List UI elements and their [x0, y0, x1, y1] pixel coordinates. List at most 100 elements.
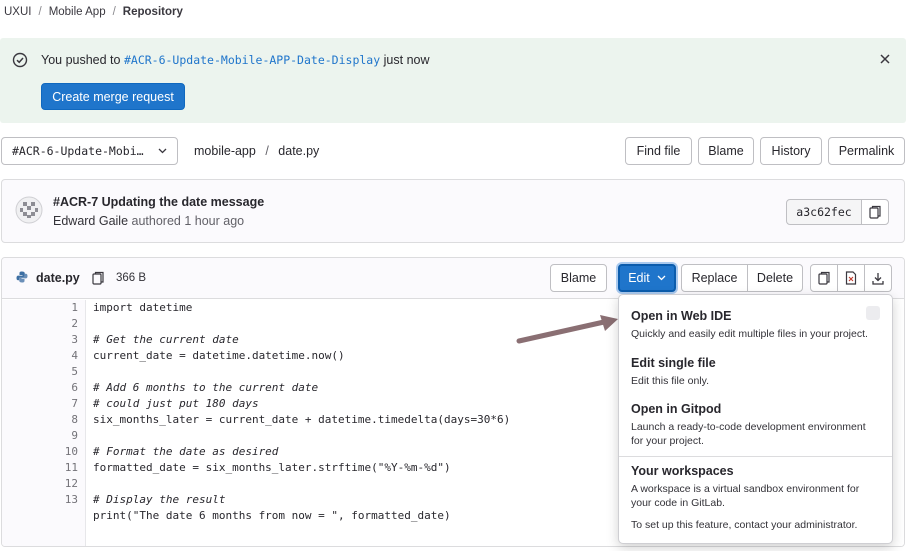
menu-item-desc: A workspace is a virtual sandbox environ… — [631, 482, 886, 510]
menu-item-desc-line: for your project. — [631, 435, 704, 447]
check-circle-icon — [12, 52, 28, 68]
line-number[interactable]: 8 — [2, 412, 78, 428]
code-line: 12 — [2, 476, 622, 492]
line-code: # Add 6 months to the current date — [93, 381, 319, 394]
file-name: date.py — [36, 271, 80, 285]
line-number[interactable]: 12 — [2, 476, 78, 492]
alert-message: You pushed to #ACR-6-Update-Mobile-APP-D… — [41, 52, 430, 69]
line-code: formatted_date = six_months_later.strfti… — [93, 461, 451, 474]
menu-item-title: Edit single file — [631, 356, 716, 370]
menu-section-workspaces: Your workspaces A workspace is a virtual… — [631, 463, 886, 532]
code-line: 10 # Format the date as desired — [2, 444, 622, 460]
line-code: six_months_later = current_date + dateti… — [93, 413, 511, 426]
loading-icon — [866, 306, 880, 320]
chevron-down-icon — [158, 148, 167, 154]
code-line: print("The date 6 months from now = ", f… — [2, 508, 622, 524]
menu-item-desc-line: A workspace is a virtual sandbox environ… — [631, 483, 860, 495]
commit-author[interactable]: Edward Gaile — [53, 214, 128, 228]
path-file: date.py — [278, 144, 320, 158]
line-number[interactable]: 9 — [2, 428, 78, 444]
edit-button-label: Edit — [628, 271, 650, 285]
menu-item-desc: Launch a ready-to-code development envir… — [631, 420, 886, 448]
blame-button[interactable]: Blame — [550, 264, 607, 292]
create-merge-request-button[interactable]: Create merge request — [41, 83, 185, 110]
commit-meta: Edward Gaile authored 1 hour ago — [53, 214, 244, 228]
code-line: 11 formatted_date = six_months_later.strf… — [2, 460, 622, 476]
breadcrumb-separator: / — [38, 6, 42, 18]
file-size: 366 B — [116, 272, 147, 284]
copy-sha-button[interactable] — [861, 199, 889, 225]
menu-item-desc: Edit this file only. — [631, 375, 710, 387]
line-number[interactable]: 11 — [2, 460, 78, 476]
line-number[interactable]: 2 — [2, 316, 78, 332]
arrow-annotation — [516, 315, 618, 344]
code-line: 6 # Add 6 months to the current date — [2, 380, 622, 396]
menu-item-title: Open in Gitpod — [631, 402, 722, 416]
menu-item-desc-line: your code in GitLab. — [631, 497, 725, 509]
line-number[interactable]: 4 — [2, 348, 78, 364]
branch-select[interactable]: #ACR-6-Update-Mobi… — [1, 137, 178, 165]
history-button[interactable]: History — [760, 137, 822, 165]
breadcrumb-current[interactable]: Repository — [123, 6, 183, 18]
line-code: # Display the result — [93, 493, 226, 506]
code-line: 13 # Display the result — [2, 492, 622, 508]
breadcrumb-project[interactable]: Mobile App — [49, 6, 106, 18]
menu-item-edit-single-file[interactable]: Edit single file Edit this file only. — [631, 355, 886, 388]
code-line: 7 # could just put 180 days — [2, 396, 622, 412]
line-code: # Format the date as desired — [93, 445, 279, 458]
commit-sha[interactable]: a3c62fec — [786, 199, 862, 225]
menu-item-open-gitpod[interactable]: Open in Gitpod Launch a ready-to-code de… — [631, 401, 886, 448]
line-number[interactable]: 13 — [2, 492, 78, 508]
code-line: 8 six_months_later = current_date + datet… — [2, 412, 622, 428]
chevron-down-icon — [657, 275, 666, 281]
permalink-button[interactable]: Permalink — [828, 137, 905, 165]
find-file-button[interactable]: Find file — [625, 137, 692, 165]
line-code: print("The date 6 months from now = ", f… — [93, 509, 451, 522]
blame-button-top[interactable]: Blame — [698, 137, 754, 165]
menu-section-title: Your workspaces — [631, 464, 734, 478]
code-line: 4 current_date = datetime.datetime.now() — [2, 348, 622, 364]
delete-button[interactable]: Delete — [747, 264, 803, 292]
menu-item-desc: Quickly and easily edit multiple files i… — [631, 328, 868, 340]
edit-dropdown-menu: Open in Web IDE Quickly and easily edit … — [618, 294, 893, 544]
menu-item-title: Open in Web IDE — [631, 309, 732, 323]
push-alert: You pushed to #ACR-6-Update-Mobile-APP-D… — [0, 38, 906, 123]
commit-title[interactable]: #ACR-7 Updating the date message — [53, 195, 264, 209]
copy-icon — [869, 205, 881, 219]
alert-branch-link[interactable]: #ACR-6-Update-Mobile-APP-Date-Display — [124, 53, 380, 67]
file-raw-icon — [845, 271, 857, 285]
alert-message-prefix: You pushed to — [41, 53, 121, 67]
copy-path-icon[interactable] — [92, 271, 104, 285]
menu-item-open-web-ide[interactable]: Open in Web IDE Quickly and easily edit … — [631, 308, 886, 341]
menu-divider — [619, 456, 892, 457]
line-number[interactable]: 7 — [2, 396, 78, 412]
code-line: 5 — [2, 364, 622, 380]
close-icon[interactable] — [878, 52, 892, 66]
breadcrumb-separator: / — [112, 6, 116, 18]
download-icon — [872, 272, 884, 285]
download-button[interactable] — [864, 264, 892, 292]
line-number[interactable]: 6 — [2, 380, 78, 396]
line-number[interactable]: 1 — [2, 300, 78, 316]
alert-message-suffix: just now — [383, 53, 430, 67]
workspaces-admin-note: To set up this feature, contact your adm… — [631, 519, 858, 531]
path-separator: / — [265, 144, 269, 158]
line-number[interactable]: 10 — [2, 444, 78, 460]
file-path: mobile-app / date.py — [194, 144, 319, 158]
breadcrumb-group[interactable]: UXUI — [4, 6, 31, 18]
edit-dropdown-button[interactable]: Edit — [618, 264, 676, 292]
line-code: current_date = datetime.datetime.now() — [93, 349, 345, 362]
menu-item-desc-line: Launch a ready-to-code development envir… — [631, 421, 866, 433]
last-commit-panel: #ACR-7 Updating the date message Edward … — [1, 179, 905, 243]
copy-contents-button[interactable] — [810, 264, 838, 292]
path-dir-link[interactable]: mobile-app — [194, 144, 256, 158]
replace-button[interactable]: Replace — [681, 264, 748, 292]
line-number[interactable]: 3 — [2, 332, 78, 348]
commit-time: authored 1 hour ago — [131, 214, 245, 228]
line-code: import datetime — [93, 301, 193, 314]
line-number[interactable]: 5 — [2, 364, 78, 380]
avatar[interactable] — [15, 196, 43, 224]
breadcrumb: UXUI / Mobile App / Repository — [4, 4, 183, 20]
line-code: # Get the current date — [93, 333, 239, 346]
open-raw-button[interactable] — [837, 264, 865, 292]
